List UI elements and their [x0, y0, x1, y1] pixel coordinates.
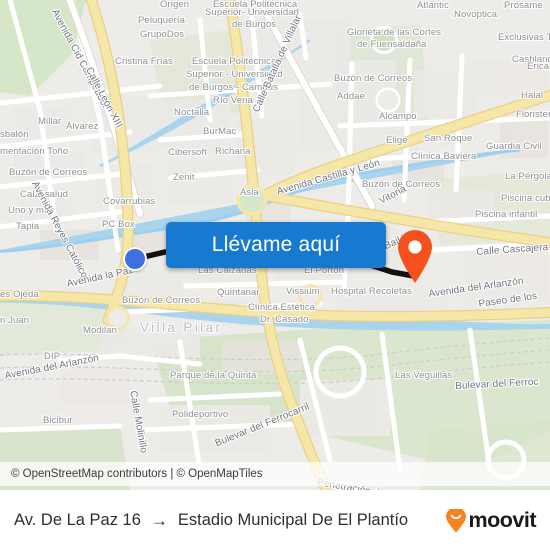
origin-marker[interactable]	[123, 247, 147, 271]
moovit-pin-icon	[445, 508, 466, 532]
attribution-text[interactable]: © OpenStreetMap contributors | © OpenMap…	[0, 468, 263, 480]
moovit-wordmark: moovit	[468, 508, 537, 532]
map-attribution: © OpenStreetMap contributors | © OpenMap…	[0, 462, 550, 486]
route-summary: Av. De La Paz 16 → Estadio Municipal De …	[14, 511, 435, 530]
moovit-logo[interactable]: moovit	[445, 508, 537, 533]
map-viewport[interactable]: .blk { fill:#eceae6; } .blk2 { fill:#e6e…	[0, 0, 550, 490]
arrow-right-icon: →	[150, 511, 168, 530]
map-share-page: .blk { fill:#eceae6; } .blk2 { fill:#e6e…	[0, 0, 550, 550]
take-me-here-button[interactable]: Llévame aquí	[166, 222, 386, 268]
route-footer: Av. De La Paz 16 → Estadio Municipal De …	[0, 490, 550, 550]
destination-label: Estadio Municipal De El Plantío	[177, 511, 409, 529]
take-me-here-label: Llévame aquí	[211, 233, 341, 256]
destination-marker[interactable]	[396, 228, 434, 284]
map-pin-icon	[398, 230, 432, 283]
origin-label: Av. De La Paz 16	[14, 511, 141, 529]
